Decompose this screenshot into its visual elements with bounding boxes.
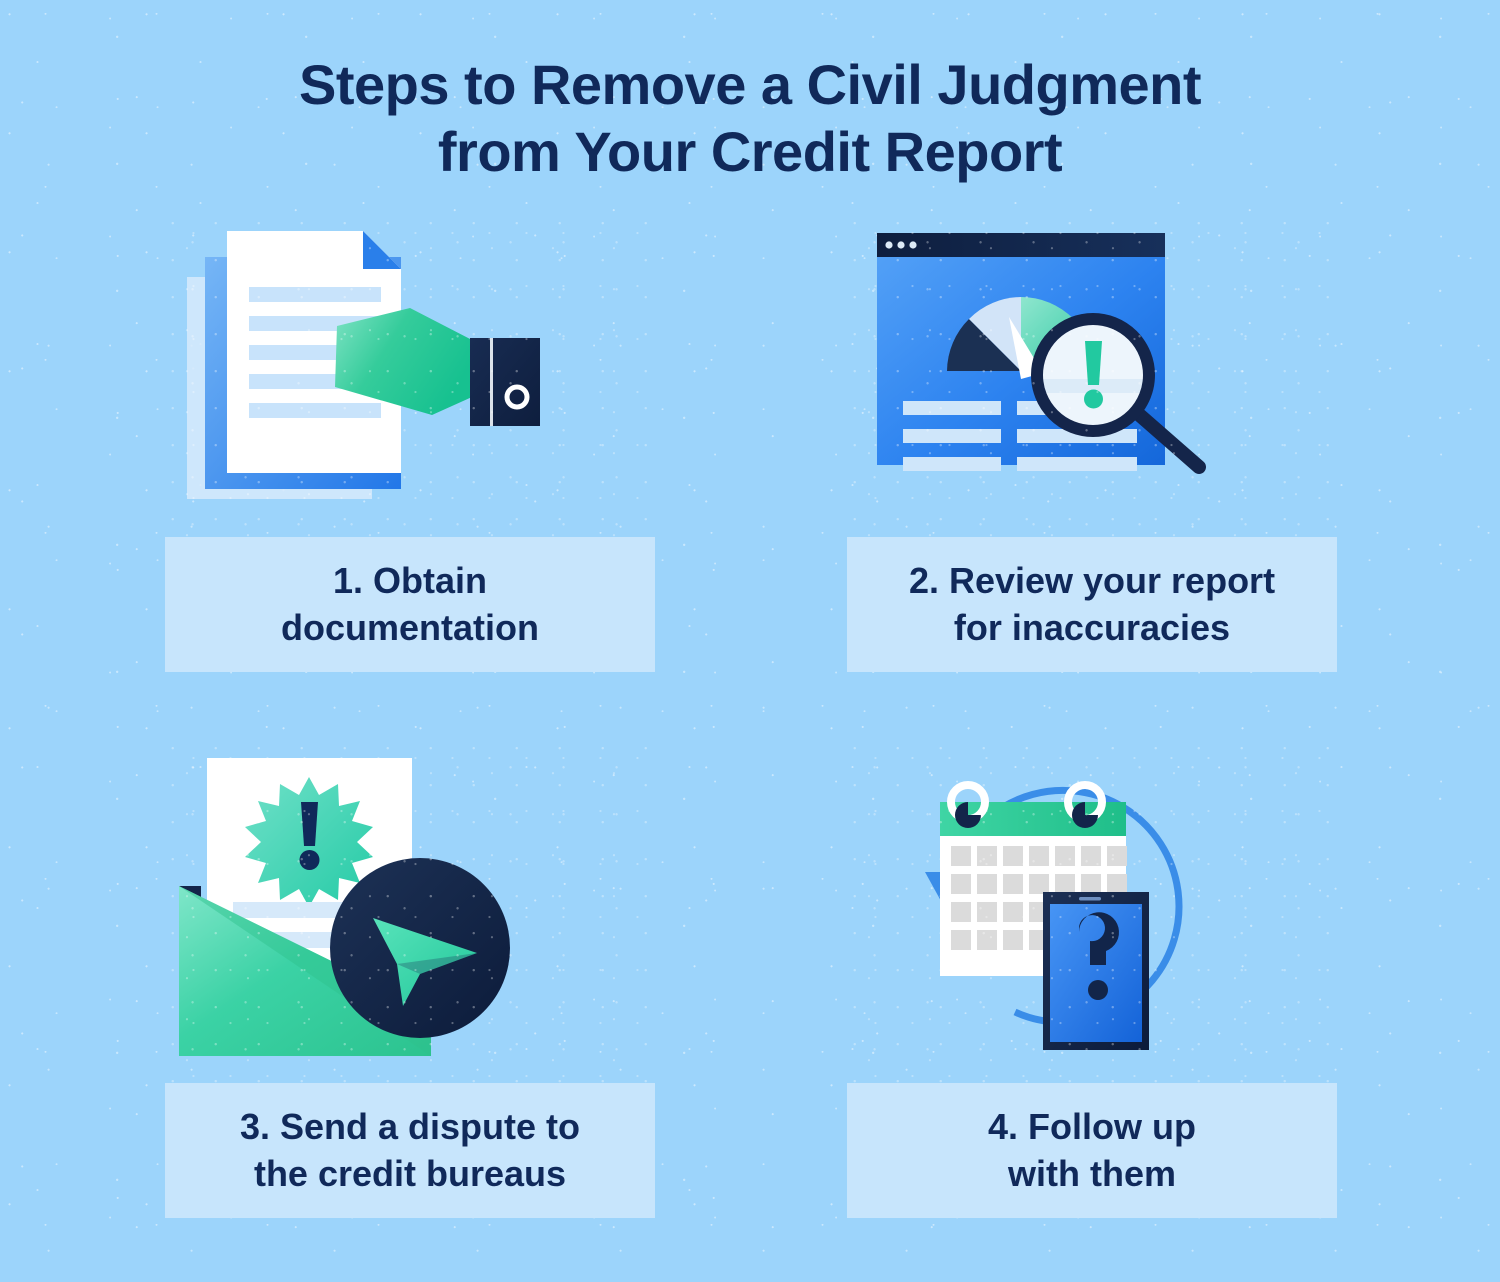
step-caption-4-line-1: 4. Follow up <box>988 1106 1196 1148</box>
step-caption-2-line-2: for inaccuracies <box>953 606 1231 648</box>
step-caption-3-line-2: the credit bureaus <box>253 1152 567 1194</box>
shirt-cuff <box>470 338 540 426</box>
step-caption-1-line-1: 1. Obtain <box>332 560 488 602</box>
step-caption-3-line-1: 3. Send a dispute to <box>239 1106 581 1148</box>
window-dots <box>885 241 917 249</box>
paper-plane-badge <box>330 858 510 1038</box>
step-caption-1-line-2: documentation <box>281 606 539 648</box>
folded-corner <box>363 231 401 269</box>
step-caption-1: 1. Obtain documentation <box>165 537 655 672</box>
step-card-1: 1. Obtain documentation <box>165 215 655 675</box>
page-title-line-1: Steps to Remove a Civil Judgment <box>299 53 1201 116</box>
smartphone <box>1043 892 1149 1050</box>
credit-report-review-illustration <box>847 215 1337 537</box>
phone-speaker <box>1079 897 1101 901</box>
step-card-4: 4. Follow up with them <box>847 740 1337 1218</box>
window-title-bar <box>877 233 1165 257</box>
phone-screen <box>1050 904 1142 1042</box>
document-handoff-illustration <box>165 215 655 537</box>
dispute-letter-illustration <box>165 740 655 1083</box>
page-title-line-2: from Your Credit Report <box>437 119 1063 183</box>
infographic-canvas: Steps to Remove a Civil Judgment from Yo… <box>0 0 1500 1282</box>
step-caption-2: 2. Review your report for inaccuracies <box>847 537 1337 672</box>
follow-up-illustration <box>847 740 1337 1083</box>
step-caption-2-line-1: 2. Review your report <box>908 560 1276 602</box>
step-card-3: 3. Send a dispute to the credit bureaus <box>165 740 655 1218</box>
step-caption-4: 4. Follow up with them <box>847 1083 1337 1218</box>
step-caption-4-line-2: with them <box>1008 1152 1176 1194</box>
page-title: Steps to Remove a Civil Judgment from Yo… <box>0 52 1500 185</box>
step-card-2: 2. Review your report for inaccuracies <box>847 215 1337 675</box>
step-caption-3: 3. Send a dispute to the credit bureaus <box>165 1083 655 1218</box>
